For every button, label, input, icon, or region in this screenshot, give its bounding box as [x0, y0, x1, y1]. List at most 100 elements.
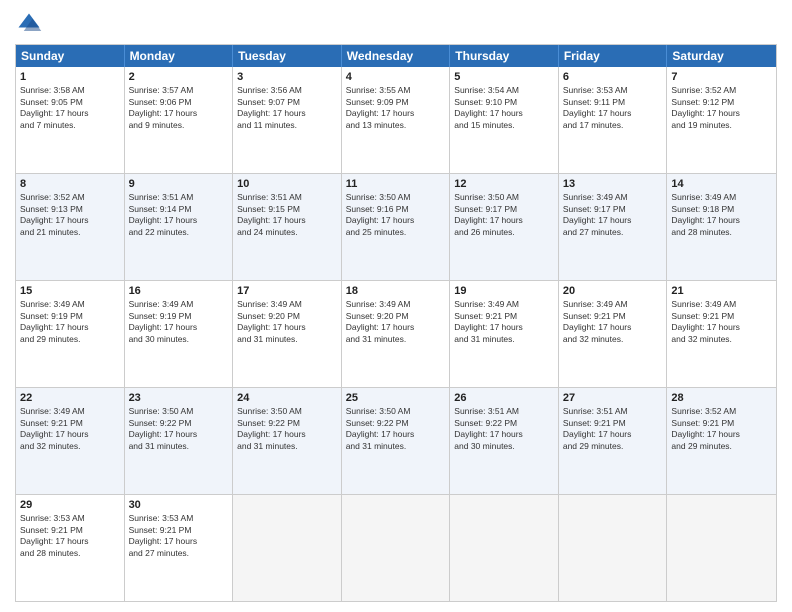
- calendar-body: 1Sunrise: 3:58 AMSunset: 9:05 PMDaylight…: [16, 67, 776, 601]
- calendar-header-cell: Monday: [125, 45, 234, 67]
- calendar-row: 29Sunrise: 3:53 AMSunset: 9:21 PMDayligh…: [16, 495, 776, 601]
- calendar-header-cell: Friday: [559, 45, 668, 67]
- calendar: SundayMondayTuesdayWednesdayThursdayFrid…: [15, 44, 777, 602]
- calendar-cell: 10Sunrise: 3:51 AMSunset: 9:15 PMDayligh…: [233, 174, 342, 280]
- logo: [15, 10, 47, 38]
- calendar-cell: 5Sunrise: 3:54 AMSunset: 9:10 PMDaylight…: [450, 67, 559, 173]
- cell-details: Sunrise: 3:51 AMSunset: 9:15 PMDaylight:…: [237, 192, 337, 238]
- cell-details: Sunrise: 3:49 AMSunset: 9:20 PMDaylight:…: [346, 299, 446, 345]
- cell-details: Sunrise: 3:56 AMSunset: 9:07 PMDaylight:…: [237, 85, 337, 131]
- day-number: 20: [563, 284, 663, 298]
- calendar-cell: 4Sunrise: 3:55 AMSunset: 9:09 PMDaylight…: [342, 67, 451, 173]
- day-number: 1: [20, 70, 120, 84]
- calendar-cell: 17Sunrise: 3:49 AMSunset: 9:20 PMDayligh…: [233, 281, 342, 387]
- logo-icon: [15, 10, 43, 38]
- day-number: 12: [454, 177, 554, 191]
- day-number: 22: [20, 391, 120, 405]
- day-number: 4: [346, 70, 446, 84]
- day-number: 29: [20, 498, 120, 512]
- calendar-cell: 11Sunrise: 3:50 AMSunset: 9:16 PMDayligh…: [342, 174, 451, 280]
- calendar-cell: 28Sunrise: 3:52 AMSunset: 9:21 PMDayligh…: [667, 388, 776, 494]
- calendar-header-cell: Thursday: [450, 45, 559, 67]
- calendar-header-cell: Wednesday: [342, 45, 451, 67]
- day-number: 26: [454, 391, 554, 405]
- day-number: 11: [346, 177, 446, 191]
- calendar-cell: 24Sunrise: 3:50 AMSunset: 9:22 PMDayligh…: [233, 388, 342, 494]
- cell-details: Sunrise: 3:50 AMSunset: 9:17 PMDaylight:…: [454, 192, 554, 238]
- day-number: 25: [346, 391, 446, 405]
- calendar-cell: 3Sunrise: 3:56 AMSunset: 9:07 PMDaylight…: [233, 67, 342, 173]
- day-number: 5: [454, 70, 554, 84]
- calendar-header-cell: Tuesday: [233, 45, 342, 67]
- cell-details: Sunrise: 3:50 AMSunset: 9:22 PMDaylight:…: [346, 406, 446, 452]
- cell-details: Sunrise: 3:53 AMSunset: 9:21 PMDaylight:…: [20, 513, 120, 559]
- calendar-cell: 27Sunrise: 3:51 AMSunset: 9:21 PMDayligh…: [559, 388, 668, 494]
- day-number: 21: [671, 284, 772, 298]
- calendar-cell: 19Sunrise: 3:49 AMSunset: 9:21 PMDayligh…: [450, 281, 559, 387]
- cell-details: Sunrise: 3:49 AMSunset: 9:18 PMDaylight:…: [671, 192, 772, 238]
- cell-details: Sunrise: 3:51 AMSunset: 9:14 PMDaylight:…: [129, 192, 229, 238]
- day-number: 19: [454, 284, 554, 298]
- calendar-header-cell: Sunday: [16, 45, 125, 67]
- page: SundayMondayTuesdayWednesdayThursdayFrid…: [0, 0, 792, 612]
- calendar-cell: 18Sunrise: 3:49 AMSunset: 9:20 PMDayligh…: [342, 281, 451, 387]
- calendar-cell: [667, 495, 776, 601]
- cell-details: Sunrise: 3:49 AMSunset: 9:21 PMDaylight:…: [671, 299, 772, 345]
- calendar-cell: 6Sunrise: 3:53 AMSunset: 9:11 PMDaylight…: [559, 67, 668, 173]
- day-number: 27: [563, 391, 663, 405]
- day-number: 9: [129, 177, 229, 191]
- cell-details: Sunrise: 3:49 AMSunset: 9:19 PMDaylight:…: [20, 299, 120, 345]
- calendar-cell: 16Sunrise: 3:49 AMSunset: 9:19 PMDayligh…: [125, 281, 234, 387]
- cell-details: Sunrise: 3:51 AMSunset: 9:21 PMDaylight:…: [563, 406, 663, 452]
- cell-details: Sunrise: 3:51 AMSunset: 9:22 PMDaylight:…: [454, 406, 554, 452]
- cell-details: Sunrise: 3:52 AMSunset: 9:12 PMDaylight:…: [671, 85, 772, 131]
- cell-details: Sunrise: 3:52 AMSunset: 9:13 PMDaylight:…: [20, 192, 120, 238]
- day-number: 2: [129, 70, 229, 84]
- calendar-row: 22Sunrise: 3:49 AMSunset: 9:21 PMDayligh…: [16, 388, 776, 495]
- calendar-row: 1Sunrise: 3:58 AMSunset: 9:05 PMDaylight…: [16, 67, 776, 174]
- calendar-cell: 9Sunrise: 3:51 AMSunset: 9:14 PMDaylight…: [125, 174, 234, 280]
- calendar-cell: 26Sunrise: 3:51 AMSunset: 9:22 PMDayligh…: [450, 388, 559, 494]
- calendar-cell: 21Sunrise: 3:49 AMSunset: 9:21 PMDayligh…: [667, 281, 776, 387]
- day-number: 18: [346, 284, 446, 298]
- cell-details: Sunrise: 3:53 AMSunset: 9:21 PMDaylight:…: [129, 513, 229, 559]
- calendar-cell: 1Sunrise: 3:58 AMSunset: 9:05 PMDaylight…: [16, 67, 125, 173]
- calendar-cell: [559, 495, 668, 601]
- calendar-cell: 25Sunrise: 3:50 AMSunset: 9:22 PMDayligh…: [342, 388, 451, 494]
- day-number: 24: [237, 391, 337, 405]
- day-number: 13: [563, 177, 663, 191]
- cell-details: Sunrise: 3:52 AMSunset: 9:21 PMDaylight:…: [671, 406, 772, 452]
- day-number: 8: [20, 177, 120, 191]
- day-number: 17: [237, 284, 337, 298]
- header: [15, 10, 777, 38]
- calendar-cell: 29Sunrise: 3:53 AMSunset: 9:21 PMDayligh…: [16, 495, 125, 601]
- cell-details: Sunrise: 3:57 AMSunset: 9:06 PMDaylight:…: [129, 85, 229, 131]
- day-number: 7: [671, 70, 772, 84]
- cell-details: Sunrise: 3:49 AMSunset: 9:21 PMDaylight:…: [563, 299, 663, 345]
- calendar-cell: 15Sunrise: 3:49 AMSunset: 9:19 PMDayligh…: [16, 281, 125, 387]
- calendar-cell: 7Sunrise: 3:52 AMSunset: 9:12 PMDaylight…: [667, 67, 776, 173]
- calendar-row: 8Sunrise: 3:52 AMSunset: 9:13 PMDaylight…: [16, 174, 776, 281]
- cell-details: Sunrise: 3:58 AMSunset: 9:05 PMDaylight:…: [20, 85, 120, 131]
- calendar-cell: 2Sunrise: 3:57 AMSunset: 9:06 PMDaylight…: [125, 67, 234, 173]
- cell-details: Sunrise: 3:49 AMSunset: 9:21 PMDaylight:…: [20, 406, 120, 452]
- day-number: 28: [671, 391, 772, 405]
- calendar-cell: 20Sunrise: 3:49 AMSunset: 9:21 PMDayligh…: [559, 281, 668, 387]
- cell-details: Sunrise: 3:55 AMSunset: 9:09 PMDaylight:…: [346, 85, 446, 131]
- calendar-cell: [233, 495, 342, 601]
- day-number: 6: [563, 70, 663, 84]
- calendar-cell: 12Sunrise: 3:50 AMSunset: 9:17 PMDayligh…: [450, 174, 559, 280]
- cell-details: Sunrise: 3:49 AMSunset: 9:20 PMDaylight:…: [237, 299, 337, 345]
- calendar-cell: [342, 495, 451, 601]
- calendar-cell: 14Sunrise: 3:49 AMSunset: 9:18 PMDayligh…: [667, 174, 776, 280]
- cell-details: Sunrise: 3:49 AMSunset: 9:19 PMDaylight:…: [129, 299, 229, 345]
- cell-details: Sunrise: 3:50 AMSunset: 9:22 PMDaylight:…: [237, 406, 337, 452]
- day-number: 16: [129, 284, 229, 298]
- cell-details: Sunrise: 3:54 AMSunset: 9:10 PMDaylight:…: [454, 85, 554, 131]
- calendar-cell: 13Sunrise: 3:49 AMSunset: 9:17 PMDayligh…: [559, 174, 668, 280]
- calendar-header-cell: Saturday: [667, 45, 776, 67]
- calendar-cell: 30Sunrise: 3:53 AMSunset: 9:21 PMDayligh…: [125, 495, 234, 601]
- day-number: 10: [237, 177, 337, 191]
- day-number: 30: [129, 498, 229, 512]
- day-number: 15: [20, 284, 120, 298]
